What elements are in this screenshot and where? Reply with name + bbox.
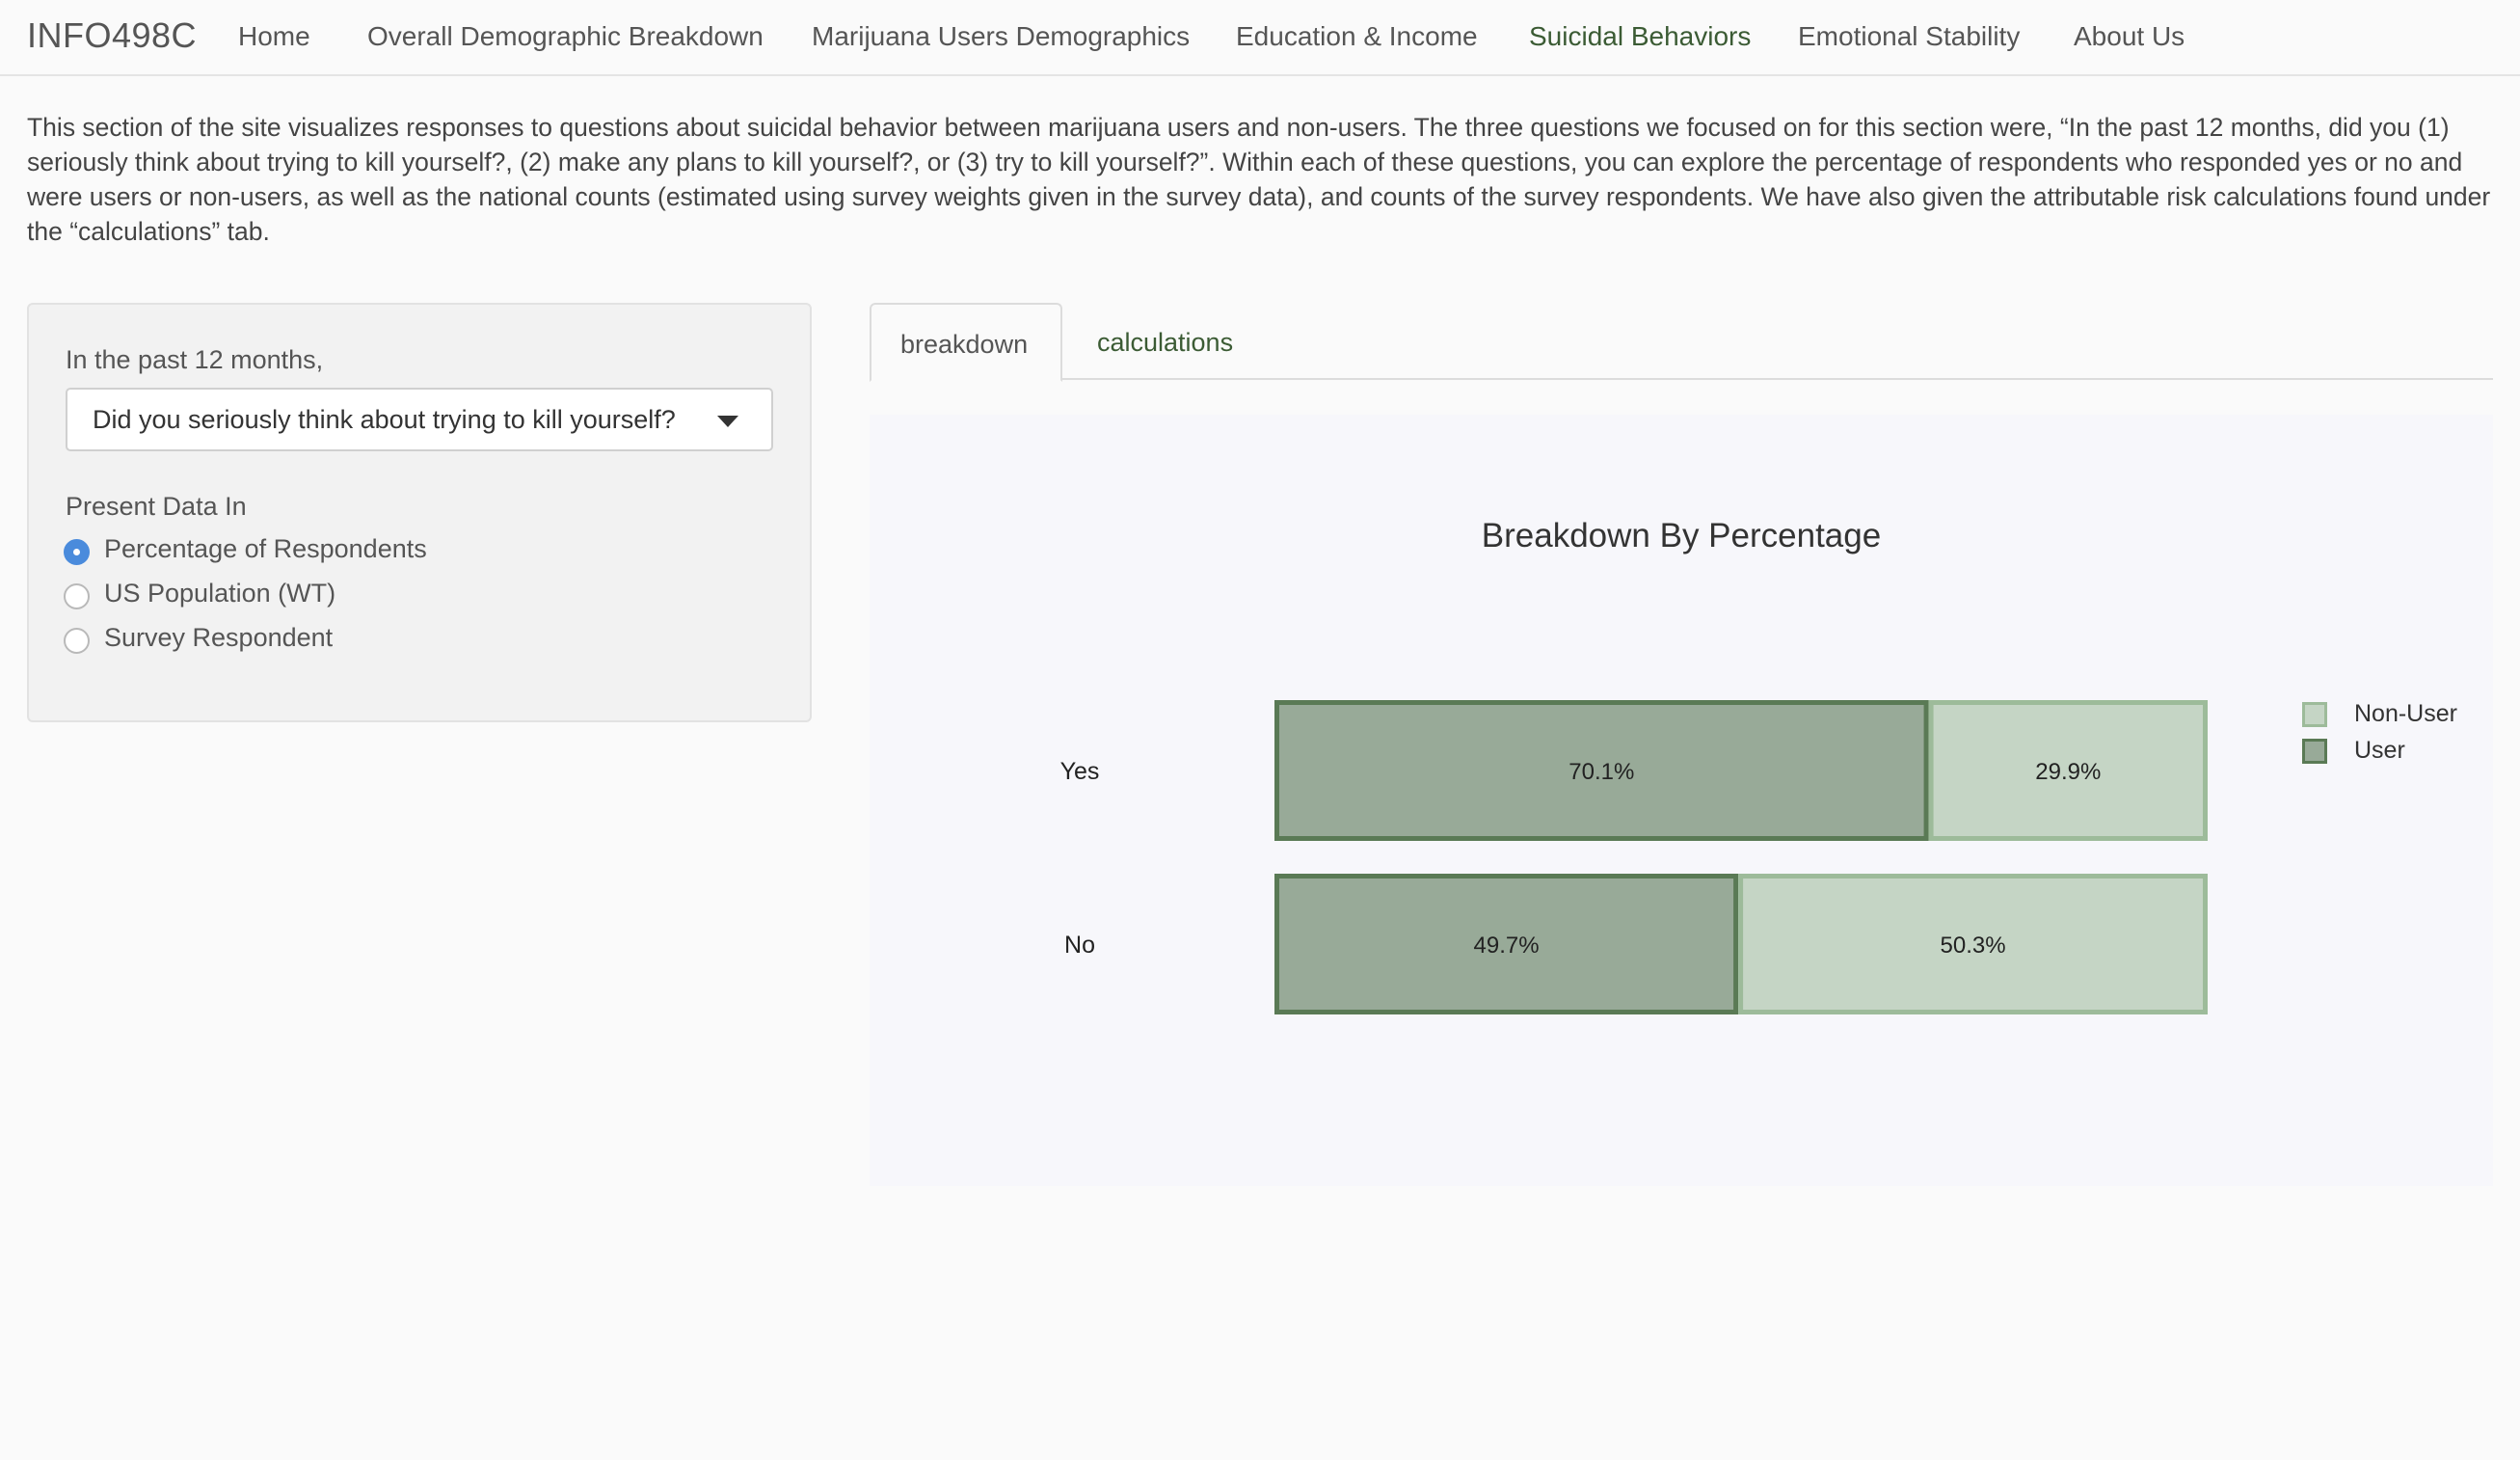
radio-label: Survey Respondent <box>104 623 334 652</box>
data-label: 50.3% <box>1941 933 2006 959</box>
tab-bar: breakdown calculations <box>870 303 2493 382</box>
nav-item-suicidal-behaviors[interactable]: Suicidal Behaviors <box>1529 21 1751 52</box>
data-label: 49.7% <box>1474 933 1540 959</box>
nav-item-marijuana-users-demographics[interactable]: Marijuana Users Demographics <box>812 21 1190 52</box>
chevron-down-icon <box>717 416 738 427</box>
question-select-value: Did you seriously think about trying to … <box>93 405 676 434</box>
radio-label: Percentage of Respondents <box>104 534 427 563</box>
radio-label: US Population (WT) <box>104 579 336 608</box>
chart-panel: Breakdown By Percentage Yes 70.1% 29.9% No 4… <box>870 415 2493 1186</box>
data-label: 29.9% <box>2035 759 2101 785</box>
nav-item-overall-demographic-breakdown[interactable]: Overall Demographic Breakdown <box>367 21 764 52</box>
legend-swatch-user <box>2302 739 2327 764</box>
intro-paragraph: This section of the site visualizes resp… <box>27 113 2491 246</box>
radio-button-icon[interactable] <box>64 539 90 565</box>
category-label: No <box>1064 932 1095 959</box>
nav-item-about-us[interactable]: About Us <box>2074 21 2185 52</box>
present-data-label: Present Data In <box>66 492 247 521</box>
question-label: In the past 12 months, <box>66 345 324 374</box>
sidebar-panel: In the past 12 months, Did you seriously… <box>27 303 812 722</box>
stacked-bar-chart: Yes 70.1% 29.9% No 49.7% 50.3% <box>1060 700 2208 1014</box>
legend-swatch-non-user <box>2302 702 2327 727</box>
nav-item-education-income[interactable]: Education & Income <box>1236 21 1478 52</box>
nav-item-emotional-stability[interactable]: Emotional Stability <box>1798 21 2020 52</box>
brand-title[interactable]: INFO498C <box>27 15 197 56</box>
category-label: Yes <box>1060 758 1100 785</box>
legend-label: User <box>2354 737 2405 764</box>
tab-breakdown[interactable]: breakdown <box>870 303 1062 382</box>
radio-button-icon[interactable] <box>64 583 90 609</box>
data-label: 70.1% <box>1568 759 1634 785</box>
navbar: INFO498C Home Overall Demographic Breakd… <box>0 0 2520 76</box>
radio-button-icon[interactable] <box>64 628 90 654</box>
question-select[interactable]: Did you seriously think about trying to … <box>66 388 773 451</box>
nav-item-home[interactable]: Home <box>238 21 310 52</box>
tab-calculations[interactable]: calculations <box>1068 303 1262 380</box>
legend-label: Non-User <box>2354 700 2457 727</box>
